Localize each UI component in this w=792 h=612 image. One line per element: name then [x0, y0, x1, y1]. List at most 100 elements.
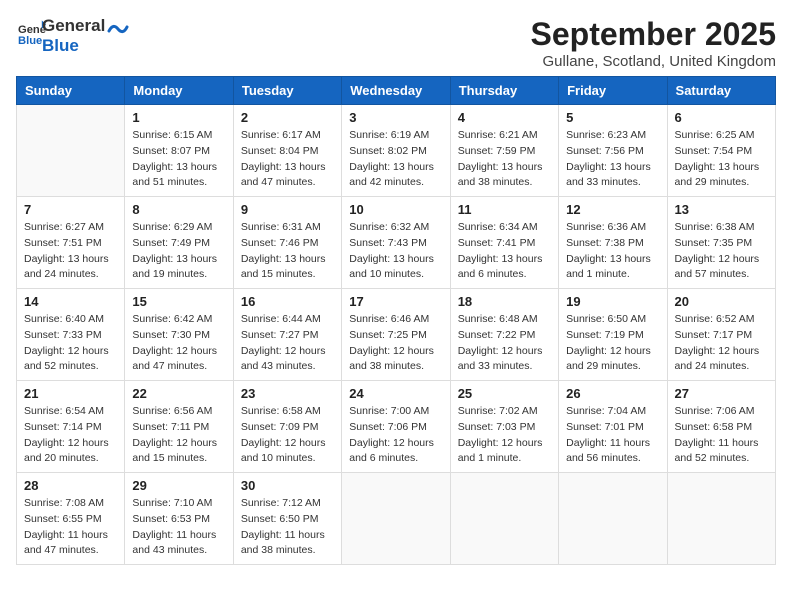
logo: General Blue General Blue	[16, 16, 129, 55]
day-number: 6	[675, 110, 768, 125]
day-info: Sunrise: 6:48 AMSunset: 7:22 PMDaylight:…	[458, 312, 551, 375]
day-number: 5	[566, 110, 659, 125]
day-number: 12	[566, 202, 659, 217]
day-info: Sunrise: 6:54 AMSunset: 7:14 PMDaylight:…	[24, 404, 117, 467]
calendar-cell: 26 Sunrise: 7:04 AMSunset: 7:01 PMDayligh…	[559, 381, 667, 473]
calendar-cell	[667, 473, 775, 565]
calendar-cell: 20 Sunrise: 6:52 AMSunset: 7:17 PMDayligh…	[667, 289, 775, 381]
day-info: Sunrise: 7:10 AMSunset: 6:53 PMDaylight:…	[132, 496, 225, 559]
calendar-cell	[450, 473, 558, 565]
calendar-cell: 29Sunrise: 7:10 AMSunset: 6:53 PMDayligh…	[125, 473, 233, 565]
day-number: 23	[241, 386, 334, 401]
calendar-cell: 12 Sunrise: 6:36 AMSunset: 7:38 PMDayligh…	[559, 197, 667, 289]
day-number: 1	[132, 110, 225, 125]
day-info: Sunrise: 6:46 AMSunset: 7:25 PMDaylight:…	[349, 312, 442, 375]
calendar-cell	[342, 473, 450, 565]
day-info: Sunrise: 6:21 AMSunset: 7:59 PMDaylight:…	[458, 128, 551, 191]
calendar-day-header: Tuesday	[233, 77, 341, 105]
day-number: 21	[24, 386, 117, 401]
day-number: 17	[349, 294, 442, 309]
day-info: Sunrise: 6:58 AMSunset: 7:09 PMDaylight:…	[241, 404, 334, 467]
calendar-cell	[559, 473, 667, 565]
calendar-day-header: Saturday	[667, 77, 775, 105]
day-info: Sunrise: 6:25 AMSunset: 7:54 PMDaylight:…	[675, 128, 768, 191]
day-number: 4	[458, 110, 551, 125]
day-info: Sunrise: 6:44 AMSunset: 7:27 PMDaylight:…	[241, 312, 334, 375]
svg-text:Blue: Blue	[18, 35, 42, 47]
day-info: Sunrise: 7:02 AMSunset: 7:03 PMDaylight:…	[458, 404, 551, 467]
day-info: Sunrise: 6:31 AMSunset: 7:46 PMDaylight:…	[241, 220, 334, 283]
day-info: Sunrise: 6:34 AMSunset: 7:41 PMDaylight:…	[458, 220, 551, 283]
calendar-week-row: 7 Sunrise: 6:27 AMSunset: 7:51 PMDaylight…	[17, 197, 776, 289]
calendar-cell: 11 Sunrise: 6:34 AMSunset: 7:41 PMDayligh…	[450, 197, 558, 289]
calendar-cell: 16 Sunrise: 6:44 AMSunset: 7:27 PMDayligh…	[233, 289, 341, 381]
day-number: 20	[675, 294, 768, 309]
calendar-cell	[17, 105, 125, 197]
day-number: 3	[349, 110, 442, 125]
day-number: 7	[24, 202, 117, 217]
day-number: 22	[132, 386, 225, 401]
calendar-day-header: Friday	[559, 77, 667, 105]
calendar-cell: 18 Sunrise: 6:48 AMSunset: 7:22 PMDayligh…	[450, 289, 558, 381]
title-block: September 2025 Gullane, Scotland, United…	[531, 16, 776, 70]
day-info: Sunrise: 7:06 AMSunset: 6:58 PMDaylight:…	[675, 404, 768, 467]
calendar-table: SundayMondayTuesdayWednesdayThursdayFrid…	[16, 76, 776, 565]
calendar-cell: 7 Sunrise: 6:27 AMSunset: 7:51 PMDaylight…	[17, 197, 125, 289]
day-number: 30	[241, 478, 334, 493]
day-number: 15	[132, 294, 225, 309]
calendar-cell: 1 Sunrise: 6:15 AMSunset: 8:07 PMDaylight…	[125, 105, 233, 197]
day-number: 18	[458, 294, 551, 309]
calendar-cell: 3 Sunrise: 6:19 AMSunset: 8:02 PMDaylight…	[342, 105, 450, 197]
calendar-cell: 10Sunrise: 6:32 AMSunset: 7:43 PMDayligh…	[342, 197, 450, 289]
day-number: 24	[349, 386, 442, 401]
day-number: 10	[349, 202, 442, 217]
calendar-cell: 17 Sunrise: 6:46 AMSunset: 7:25 PMDayligh…	[342, 289, 450, 381]
calendar-cell: 28 Sunrise: 7:08 AMSunset: 6:55 PMDayligh…	[17, 473, 125, 565]
calendar-week-row: 21 Sunrise: 6:54 AMSunset: 7:14 PMDayligh…	[17, 381, 776, 473]
calendar-header-row: SundayMondayTuesdayWednesdayThursdayFrid…	[17, 77, 776, 105]
day-number: 19	[566, 294, 659, 309]
day-info: Sunrise: 6:42 AMSunset: 7:30 PMDaylight:…	[132, 312, 225, 375]
day-info: Sunrise: 6:27 AMSunset: 7:51 PMDaylight:…	[24, 220, 117, 283]
day-info: Sunrise: 6:52 AMSunset: 7:17 PMDaylight:…	[675, 312, 768, 375]
day-info: Sunrise: 7:00 AMSunset: 7:06 PMDaylight:…	[349, 404, 442, 467]
logo-blue-text: Blue	[42, 36, 105, 56]
day-number: 26	[566, 386, 659, 401]
calendar-cell: 15 Sunrise: 6:42 AMSunset: 7:30 PMDayligh…	[125, 289, 233, 381]
day-number: 2	[241, 110, 334, 125]
calendar-cell: 22 Sunrise: 6:56 AMSunset: 7:11 PMDayligh…	[125, 381, 233, 473]
day-number: 9	[241, 202, 334, 217]
location-text: Gullane, Scotland, United Kingdom	[531, 53, 776, 70]
calendar-cell: 13Sunrise: 6:38 AMSunset: 7:35 PMDayligh…	[667, 197, 775, 289]
day-number: 8	[132, 202, 225, 217]
logo-general-text: General	[42, 16, 105, 36]
logo-wave-icon	[107, 21, 129, 41]
calendar-cell: 5 Sunrise: 6:23 AMSunset: 7:56 PMDaylight…	[559, 105, 667, 197]
day-number: 13	[675, 202, 768, 217]
day-number: 11	[458, 202, 551, 217]
day-info: Sunrise: 6:19 AMSunset: 8:02 PMDaylight:…	[349, 128, 442, 191]
day-info: Sunrise: 6:23 AMSunset: 7:56 PMDaylight:…	[566, 128, 659, 191]
page-header: General Blue General Blue September 2025…	[16, 16, 776, 70]
calendar-cell: 6 Sunrise: 6:25 AMSunset: 7:54 PMDaylight…	[667, 105, 775, 197]
calendar-week-row: 14Sunrise: 6:40 AMSunset: 7:33 PMDayligh…	[17, 289, 776, 381]
day-info: Sunrise: 6:36 AMSunset: 7:38 PMDaylight:…	[566, 220, 659, 283]
calendar-day-header: Monday	[125, 77, 233, 105]
day-info: Sunrise: 7:12 AMSunset: 6:50 PMDaylight:…	[241, 496, 334, 559]
calendar-cell: 24 Sunrise: 7:00 AMSunset: 7:06 PMDayligh…	[342, 381, 450, 473]
calendar-week-row: 28 Sunrise: 7:08 AMSunset: 6:55 PMDayligh…	[17, 473, 776, 565]
day-info: Sunrise: 7:04 AMSunset: 7:01 PMDaylight:…	[566, 404, 659, 467]
day-info: Sunrise: 7:08 AMSunset: 6:55 PMDaylight:…	[24, 496, 117, 559]
calendar-cell: 9 Sunrise: 6:31 AMSunset: 7:46 PMDaylight…	[233, 197, 341, 289]
day-number: 28	[24, 478, 117, 493]
day-number: 14	[24, 294, 117, 309]
calendar-day-header: Sunday	[17, 77, 125, 105]
calendar-cell: 23 Sunrise: 6:58 AMSunset: 7:09 PMDayligh…	[233, 381, 341, 473]
day-info: Sunrise: 6:56 AMSunset: 7:11 PMDaylight:…	[132, 404, 225, 467]
calendar-week-row: 1 Sunrise: 6:15 AMSunset: 8:07 PMDaylight…	[17, 105, 776, 197]
calendar-cell: 27Sunrise: 7:06 AMSunset: 6:58 PMDayligh…	[667, 381, 775, 473]
calendar-day-header: Thursday	[450, 77, 558, 105]
day-info: Sunrise: 6:15 AMSunset: 8:07 PMDaylight:…	[132, 128, 225, 191]
day-info: Sunrise: 6:17 AMSunset: 8:04 PMDaylight:…	[241, 128, 334, 191]
day-number: 16	[241, 294, 334, 309]
